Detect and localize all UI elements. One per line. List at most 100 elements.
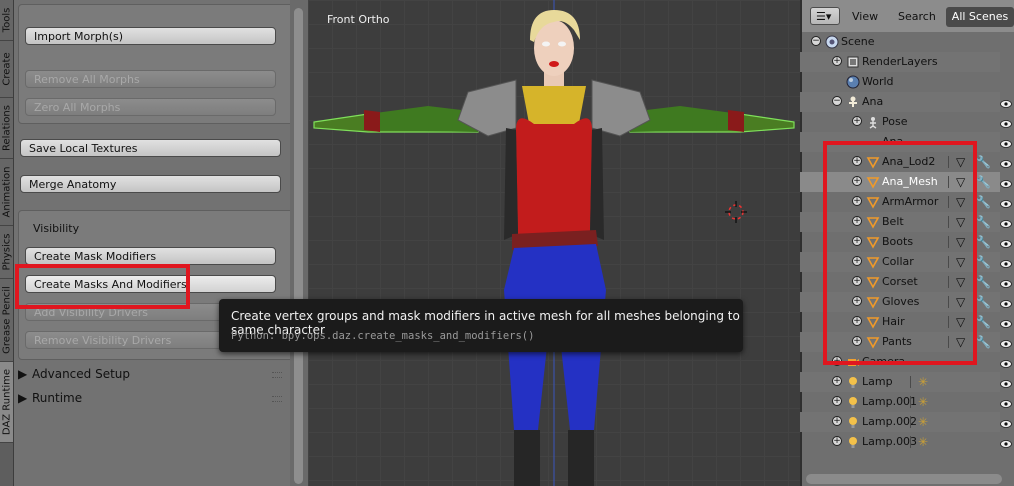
- merge-anatomy-button[interactable]: Merge Anatomy: [20, 175, 281, 193]
- armature-icon: [846, 95, 860, 109]
- outliner-row-label: Lamp: [862, 375, 893, 388]
- lamp-data-icon[interactable]: ✳: [918, 375, 928, 389]
- lamp-icon: [846, 395, 860, 409]
- outliner-row-ana[interactable]: − Ana: [800, 92, 1000, 112]
- import-morphs-button[interactable]: Import Morph(s): [25, 27, 276, 45]
- tab-animation[interactable]: Animation: [0, 159, 13, 226]
- modifier-wrench-icon[interactable]: 🔧: [976, 275, 991, 289]
- outliner-row-label: Scene: [841, 35, 875, 48]
- separator: [910, 436, 911, 448]
- tab-daz-runtime[interactable]: DAZ Runtime: [0, 362, 13, 443]
- 3d-cursor-icon[interactable]: [725, 201, 747, 223]
- visibility-eye-icon[interactable]: [1000, 358, 1012, 368]
- lamp-data-icon[interactable]: ✳: [918, 415, 928, 429]
- outliner-row-label: Lamp.001: [862, 395, 918, 408]
- visibility-eye-icon[interactable]: [1000, 118, 1012, 128]
- annotation-highlight-button: [15, 264, 190, 309]
- runtime-panel-header[interactable]: ▶ Runtime: [18, 388, 290, 408]
- outliner-header: ☰▾ View Search All Scenes: [802, 0, 1014, 32]
- modifier-wrench-icon[interactable]: 🔧: [976, 295, 991, 309]
- tab-grease-pencil[interactable]: Grease Pencil: [0, 279, 13, 362]
- tool-panel-scrollbar[interactable]: [290, 0, 308, 486]
- outliner-row-label: World: [862, 75, 894, 88]
- visibility-eye-icon[interactable]: [1000, 278, 1012, 288]
- zero-all-morphs-button[interactable]: Zero All Morphs: [25, 98, 276, 116]
- outliner-horizontal-scrollbar[interactable]: [806, 474, 1002, 484]
- outliner-row-scene[interactable]: − Scene: [800, 32, 1000, 52]
- drag-grip-icon[interactable]: [272, 396, 282, 402]
- expand-icon[interactable]: +: [832, 436, 842, 446]
- display-mode-dropdown[interactable]: All Scenes: [946, 7, 1014, 27]
- lamp-data-icon[interactable]: ✳: [918, 435, 928, 449]
- expand-icon[interactable]: +: [852, 116, 862, 126]
- lamp-data-icon[interactable]: ✳: [918, 395, 928, 409]
- editor-type-button[interactable]: ☰▾: [810, 7, 840, 25]
- lamp-icon: [846, 375, 860, 389]
- outliner-row-label: Lamp.002: [862, 415, 918, 428]
- modifier-wrench-icon[interactable]: 🔧: [976, 155, 991, 169]
- expand-icon[interactable]: +: [832, 56, 842, 66]
- lamp-icon: [846, 415, 860, 429]
- visibility-eye-icon[interactable]: [1000, 298, 1012, 308]
- separator: [910, 396, 911, 408]
- expand-icon[interactable]: +: [832, 396, 842, 406]
- outliner-row-renderlayers[interactable]: + RenderLayers: [800, 52, 1000, 72]
- modifier-wrench-icon[interactable]: 🔧: [976, 215, 991, 229]
- visibility-eye-icon[interactable]: [1000, 178, 1012, 188]
- modifier-wrench-icon[interactable]: 🔧: [976, 235, 991, 249]
- search-menu[interactable]: Search: [898, 10, 936, 23]
- lamp-icon: [846, 435, 860, 449]
- save-local-textures-button[interactable]: Save Local Textures: [20, 139, 281, 157]
- expand-icon[interactable]: +: [832, 416, 842, 426]
- create-mask-modifiers-button[interactable]: Create Mask Modifiers: [25, 247, 276, 265]
- view-menu[interactable]: View: [852, 10, 878, 23]
- outliner-row-lamp[interactable]: + Lamp ✳: [800, 372, 1000, 392]
- modifier-wrench-icon[interactable]: 🔧: [976, 335, 991, 349]
- outliner-row-pose[interactable]: + Pose: [800, 112, 1000, 132]
- visibility-eye-icon[interactable]: [1000, 338, 1012, 348]
- tooltip-python: Python: bpy.ops.daz.create_masks_and_mod…: [231, 330, 535, 342]
- outliner-row-label: Pose: [882, 115, 908, 128]
- 3d-viewport[interactable]: Front Ortho: [308, 0, 800, 486]
- modifier-wrench-icon[interactable]: 🔧: [976, 255, 991, 269]
- remove-all-morphs-button[interactable]: Remove All Morphs: [25, 70, 276, 88]
- separator: [910, 376, 911, 388]
- expand-icon[interactable]: +: [832, 376, 842, 386]
- pose-icon: [866, 115, 880, 129]
- outliner-row-lamp-002[interactable]: + Lamp.002 ✳: [800, 412, 1000, 432]
- visibility-eye-icon[interactable]: [1000, 378, 1012, 388]
- visibility-eye-icon[interactable]: [1000, 158, 1012, 168]
- outliner-row-lamp-001[interactable]: + Lamp.001 ✳: [800, 392, 1000, 412]
- visibility-eye-icon[interactable]: [1000, 238, 1012, 248]
- visibility-eye-icon[interactable]: [1000, 198, 1012, 208]
- visibility-eye-icon[interactable]: [1000, 138, 1012, 148]
- scene-icon: [825, 35, 839, 49]
- outliner-row-lamp-003[interactable]: + Lamp.003 ✳: [800, 432, 1000, 452]
- tab-relations[interactable]: Relations: [0, 98, 13, 159]
- visibility-eye-icon[interactable]: [1000, 398, 1012, 408]
- outliner-row-label: RenderLayers: [862, 55, 938, 68]
- visibility-eye-icon[interactable]: [1000, 318, 1012, 328]
- visibility-eye-icon[interactable]: [1000, 218, 1012, 228]
- modifier-wrench-icon[interactable]: 🔧: [976, 175, 991, 189]
- collapse-icon[interactable]: −: [811, 36, 821, 46]
- advanced-setup-panel-header[interactable]: ▶ Advanced Setup: [18, 364, 290, 384]
- drag-grip-icon[interactable]: [272, 372, 282, 378]
- expand-arrow-icon: ▶: [18, 391, 28, 405]
- tab-tools[interactable]: Tools: [0, 0, 13, 41]
- visibility-eye-icon[interactable]: [1000, 438, 1012, 448]
- visibility-eye-icon[interactable]: [1000, 98, 1012, 108]
- outliner-row-label: Lamp.003: [862, 435, 918, 448]
- tab-physics[interactable]: Physics: [0, 226, 13, 279]
- visibility-eye-icon[interactable]: [1000, 258, 1012, 268]
- visibility-eye-icon[interactable]: [1000, 418, 1012, 428]
- render-layers-icon: [846, 55, 860, 69]
- scrollbar-thumb[interactable]: [294, 8, 303, 484]
- outliner-row-world[interactable]: World: [800, 72, 1000, 92]
- modifier-wrench-icon[interactable]: 🔧: [976, 195, 991, 209]
- modifier-wrench-icon[interactable]: 🔧: [976, 315, 991, 329]
- tool-shelf-tabs: Tools Create Relations Animation Physics…: [0, 0, 14, 486]
- tab-create[interactable]: Create: [0, 41, 13, 98]
- outliner-row-label: Ana: [862, 95, 884, 108]
- collapse-icon[interactable]: −: [832, 96, 842, 106]
